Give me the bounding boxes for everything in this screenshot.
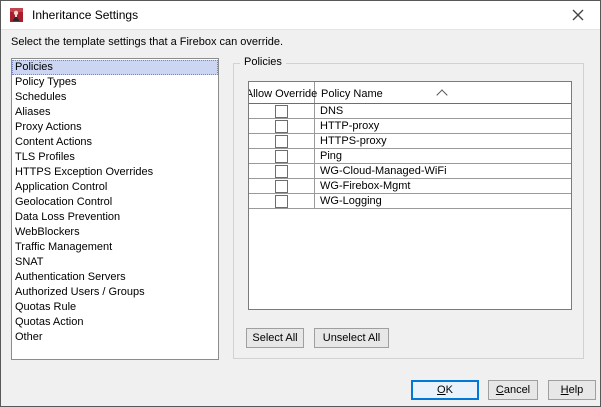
sidebar-item[interactable]: Proxy Actions <box>12 120 218 135</box>
column-header-policy-name[interactable]: Policy Name <box>315 88 571 103</box>
sidebar-item[interactable]: Quotas Rule <box>12 300 218 315</box>
policy-name-cell: HTTPS-proxy <box>315 134 571 148</box>
sidebar-item[interactable]: HTTPS Exception Overrides <box>12 165 218 180</box>
unselect-all-button[interactable]: Unselect All <box>314 328 389 348</box>
allow-override-checkbox[interactable] <box>275 120 288 133</box>
sidebar-item[interactable]: SNAT <box>12 255 218 270</box>
allow-override-cell <box>249 179 315 193</box>
sidebar-item[interactable]: Schedules <box>12 90 218 105</box>
select-all-button[interactable]: Select All <box>246 328 304 348</box>
allow-override-checkbox[interactable] <box>275 195 288 208</box>
sidebar-item[interactable]: Aliases <box>12 105 218 120</box>
inheritance-settings-dialog: Inheritance Settings Select the template… <box>0 0 601 407</box>
sidebar-item[interactable]: Authorized Users / Groups <box>12 285 218 300</box>
sidebar-item[interactable]: Traffic Management <box>12 240 218 255</box>
policy-name-cell: DNS <box>315 104 571 118</box>
policies-table: Allow Override Policy Name DNSHTTP-proxy… <box>248 81 572 310</box>
window-title: Inheritance Settings <box>32 1 138 29</box>
table-row[interactable]: WG-Cloud-Managed-WiFi <box>249 164 571 179</box>
policy-name-cell: Ping <box>315 149 571 163</box>
policy-name-cell: HTTP-proxy <box>315 119 571 133</box>
settings-category-list: PoliciesPolicy TypesSchedulesAliasesProx… <box>11 58 219 360</box>
allow-override-cell <box>249 194 315 208</box>
allow-override-checkbox[interactable] <box>275 105 288 118</box>
policy-name-cell: WG-Cloud-Managed-WiFi <box>315 164 571 178</box>
titlebar[interactable]: Inheritance Settings <box>1 1 600 30</box>
table-row[interactable]: Ping <box>249 149 571 164</box>
sidebar-item[interactable]: Quotas Action <box>12 315 218 330</box>
allow-override-checkbox[interactable] <box>275 150 288 163</box>
table-row[interactable]: WG-Logging <box>249 194 571 209</box>
column-header-allow-override[interactable]: Allow Override <box>249 82 315 103</box>
watchguard-app-icon <box>9 7 25 23</box>
allow-override-checkbox[interactable] <box>275 165 288 178</box>
policy-name-cell: WG-Logging <box>315 194 571 208</box>
allow-override-checkbox[interactable] <box>275 180 288 193</box>
sidebar-item[interactable]: Policy Types <box>12 75 218 90</box>
sidebar-item[interactable]: TLS Profiles <box>12 150 218 165</box>
table-row[interactable]: HTTP-proxy <box>249 119 571 134</box>
sort-ascending-icon <box>436 89 447 100</box>
policies-table-body: DNSHTTP-proxyHTTPS-proxyPingWG-Cloud-Man… <box>249 104 571 209</box>
allow-override-cell <box>249 119 315 133</box>
sidebar-item[interactable]: Content Actions <box>12 135 218 150</box>
sidebar-item[interactable]: Other <box>12 330 218 345</box>
sidebar-item[interactable]: Authentication Servers <box>12 270 218 285</box>
sidebar-item[interactable]: WebBlockers <box>12 225 218 240</box>
policy-name-cell: WG-Firebox-Mgmt <box>315 179 571 193</box>
instruction-text: Select the template settings that a Fire… <box>11 36 283 48</box>
allow-override-cell <box>249 149 315 163</box>
allow-override-cell <box>249 104 315 118</box>
sidebar-item[interactable]: Policies <box>12 60 218 75</box>
allow-override-cell <box>249 164 315 178</box>
help-button[interactable]: Help <box>548 380 596 400</box>
table-row[interactable]: WG-Firebox-Mgmt <box>249 179 571 194</box>
table-header: Allow Override Policy Name <box>249 82 571 104</box>
groupbox-title: Policies <box>240 56 286 68</box>
allow-override-checkbox[interactable] <box>275 135 288 148</box>
sidebar-item[interactable]: Data Loss Prevention <box>12 210 218 225</box>
sidebar-item[interactable]: Geolocation Control <box>12 195 218 210</box>
cancel-button[interactable]: Cancel <box>488 380 538 400</box>
close-icon[interactable] <box>561 1 595 29</box>
sidebar-item[interactable]: Application Control <box>12 180 218 195</box>
table-row[interactable]: HTTPS-proxy <box>249 134 571 149</box>
ok-button[interactable]: OK <box>411 380 479 400</box>
allow-override-cell <box>249 134 315 148</box>
table-row[interactable]: DNS <box>249 104 571 119</box>
